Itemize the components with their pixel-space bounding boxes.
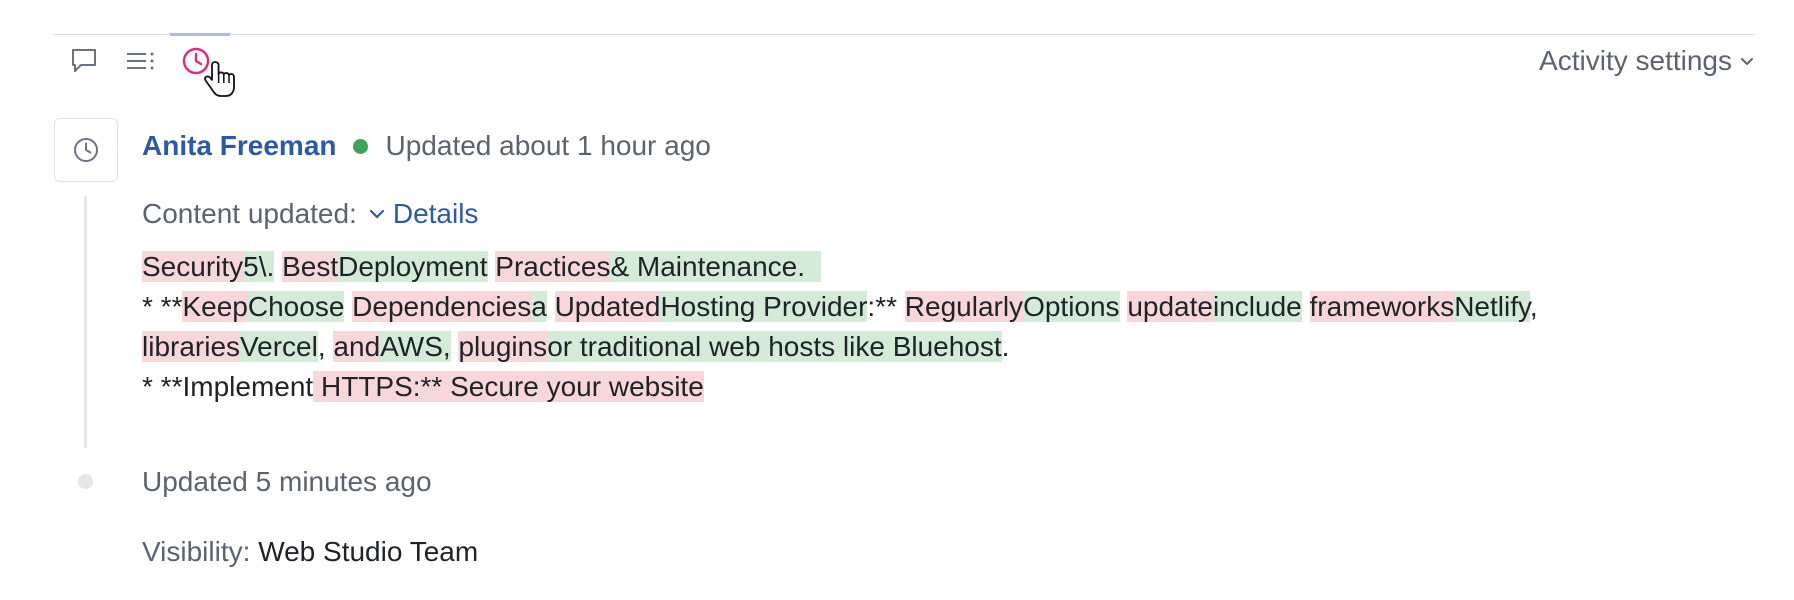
diff-insertion: Vercel [240,331,318,362]
diff-text: . [1001,331,1010,362]
diff-deletion: Practices [495,251,611,282]
diff-insertion: Hosting Provider [660,291,868,322]
content-updated-label: Content updated: [142,198,357,229]
content-updated-row: Content updated: Details [142,194,478,234]
diff-insertion: include [1212,291,1302,322]
chevron-down-icon [369,209,384,219]
timeline-line [84,196,87,448]
online-status-dot [352,138,368,154]
diff-text: :** [867,291,905,322]
diff-line: Security5\. BestDeployment Practices& Ma… [142,247,1612,287]
visibility-row: Visibility: Web Studio Team [142,532,478,572]
diff-line: librariesVercel, andAWS, pluginsor tradi… [142,327,1612,367]
diff-text [1302,291,1310,322]
details-label: Details [392,198,479,229]
diff-deletion: libraries [142,331,241,362]
diff-deletion: frameworks [1309,291,1455,322]
activity-settings-label: Activity settings [1539,45,1732,76]
diff-deletion: and [333,331,381,362]
diff-insertion: & Maintenance. [610,251,821,282]
details-toggle[interactable]: Details [369,198,479,230]
updated-time: Updated about 1 hour ago [385,130,711,161]
diff-insertion: Options [1023,291,1120,322]
diff-line: * **KeepChoose Dependenciesa UpdatedHost… [142,287,1612,327]
diff-insertion: Netlify [1454,291,1530,322]
hand-cursor-icon [204,61,235,97]
diff-line: * **Implement HTTPS:** Secure your websi… [142,367,1612,407]
clock-icon [74,138,98,162]
diff-text: , [317,331,334,362]
visibility-label: Visibility: [142,536,251,567]
active-tab-indicator [170,33,230,36]
activity-settings-dropdown[interactable]: Activity settings [1539,41,1754,81]
content-diff: Security5\. BestDeployment Practices& Ma… [142,247,1612,407]
author-name[interactable]: Anita Freeman [142,130,337,162]
diff-deletion: Updated [554,291,661,322]
diff-text: * ** [142,291,183,322]
visibility-value: Web Studio Team [258,536,479,567]
comment-icon [72,49,96,72]
diff-insertion: Deployment [338,251,488,282]
timeline-dot [78,474,93,489]
diff-insertion: AWS, [380,331,451,362]
secondary-updated-time: Updated 5 minutes ago [142,466,432,497]
diff-deletion: plugins [458,331,548,362]
diff-insertion: Choose [247,291,345,322]
diff-insertion: or traditional web hosts like Bluehost [547,331,1002,362]
diff-deletion: update [1127,291,1213,322]
activity-toolbar: Activity settings [54,33,1754,97]
diff-text [274,251,282,282]
chevron-down-icon [1741,58,1753,66]
diff-insertion: a [531,291,547,322]
diff-insertion: 5\. [243,251,275,282]
diff-deletion: Dependencies [352,291,532,322]
diff-text [547,291,555,322]
list-icon [127,52,154,70]
diff-deletion: Best [282,251,339,282]
history-avatar [54,118,118,182]
diff-deletion: HTTPS:** Secure your website [313,371,704,402]
comments-tab[interactable] [66,43,102,79]
diff-deletion: Security [142,251,244,282]
diff-text [344,291,352,322]
all-activity-tab[interactable] [122,43,158,79]
diff-deletion: Regularly [904,291,1024,322]
diff-text: * **Implement [142,371,314,402]
diff-text: , [1529,291,1538,322]
activity-entry-header: Anita Freeman Updated about 1 hour ago [142,126,711,166]
diff-deletion: Keep [182,291,248,322]
